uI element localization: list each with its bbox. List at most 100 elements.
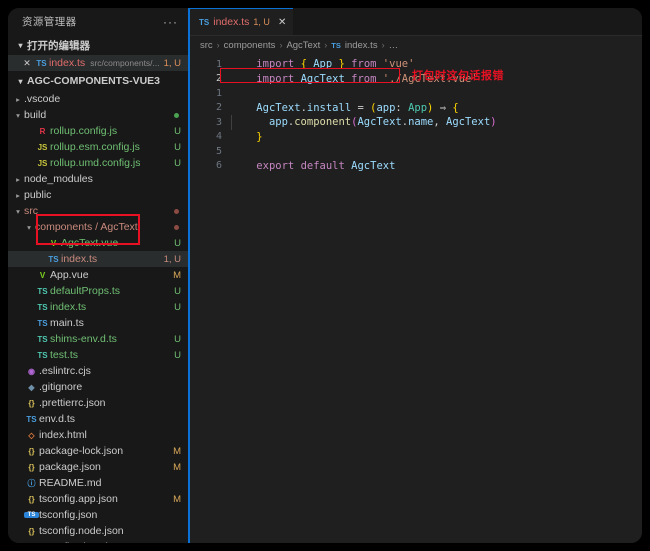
project-section-header[interactable]: ▾ AGC-COMPONENTS-VUE3 [8, 71, 190, 91]
breadcrumb-separator: › [381, 40, 385, 50]
tree-file[interactable]: ▸JSrollup.esm.config.jsU [8, 139, 190, 155]
file-type-icon: {} [24, 543, 39, 544]
tree-item-label: build [24, 109, 47, 121]
tree-file[interactable]: ▸ⓘREADME.md [8, 475, 190, 491]
chevron-right-icon: ▸ [16, 94, 20, 104]
tree-file[interactable]: ▸TStsconfig.json [8, 507, 190, 523]
file-type-icon: TS [37, 334, 48, 344]
open-editor-item[interactable]: ▸✕TSindex.tssrc/components/...1, U [8, 55, 190, 71]
tree-file[interactable]: ▸TSenv.d.ts [8, 411, 190, 427]
tree-file[interactable]: ▸VAgcText.vueU [8, 235, 190, 251]
tree-file[interactable]: ▸◆.gitignore [8, 379, 190, 395]
tree-file[interactable]: ▸{}tsconfig.node.json [8, 523, 190, 539]
tree-item-label: defaultProps.ts [50, 285, 121, 297]
tree-folder[interactable]: ▾ components / AgcText [8, 219, 190, 235]
chevron-right-icon: ▸ [16, 174, 20, 184]
breadcrumb-segment[interactable]: index.ts [345, 40, 378, 51]
tree-item-label: .gitignore [39, 381, 83, 393]
editor-tab-bar: TS index.ts 1, U ✕ [190, 8, 642, 36]
tree-item-label: index.ts [50, 301, 87, 313]
breadcrumb-segment[interactable]: AgcText [286, 40, 320, 51]
code-line: 5 [190, 144, 642, 159]
chevron-down-icon: ▾ [18, 40, 23, 50]
tree-file[interactable]: ▸TStest.tsU [8, 347, 190, 363]
code-text: import { App } from 'vue' [256, 58, 415, 71]
file-type-icon: R [39, 126, 46, 136]
tree-item-label: .eslintrc.cjs [39, 365, 91, 377]
tab-index-ts[interactable]: TS index.ts 1, U ✕ [190, 8, 294, 35]
tree-file[interactable]: ▸TSindex.ts1, U [8, 251, 190, 267]
file-type-icon: V [39, 270, 46, 280]
tree-file[interactable]: ▸◉.eslintrc.cjs [8, 363, 190, 379]
open-editor-badge: 1, U [163, 57, 181, 69]
tree-item-label: tsconfig.vitest.json [39, 541, 125, 543]
code-editor[interactable]: 1 import { App } from 'vue' 2 import AgcT… [190, 54, 642, 543]
typescript-icon: TS [331, 40, 341, 50]
chevron-down-icon: ▾ [18, 76, 23, 86]
typescript-icon: TS [36, 58, 47, 68]
open-editors-label: 打开的编辑器 [27, 39, 90, 52]
tree-file[interactable]: ▸TSdefaultProps.tsU [8, 283, 190, 299]
line-number: 2 [215, 73, 222, 85]
file-type-icon: ◇ [28, 430, 35, 440]
tree-file[interactable]: ▸TSshims-env.d.tsU [8, 331, 190, 347]
tree-item-label: index.html [39, 429, 87, 441]
tree-file[interactable]: ▸{}tsconfig.app.jsonM [8, 491, 190, 507]
tab-status-badge: 1, U [253, 17, 270, 27]
tree-file[interactable]: ▸Rrollup.config.jsU [8, 123, 190, 139]
tree-file[interactable]: ▸JSrollup.umd.config.jsU [8, 155, 190, 171]
tree-item-label: env.d.ts [39, 413, 75, 425]
tree-folder[interactable]: ▾ src [8, 203, 190, 219]
line-number: 5 [215, 145, 222, 157]
tree-file[interactable]: ▸TSindex.tsU [8, 299, 190, 315]
tree-file[interactable]: ▸◇index.html [8, 427, 190, 443]
code-line: 3 app.component(AgcText.name, AgcText) [190, 115, 642, 130]
close-icon[interactable]: ✕ [278, 17, 286, 28]
tree-file[interactable]: ▸TSmain.ts [8, 315, 190, 331]
tree-item-label: .vscode [24, 93, 61, 105]
tree-file[interactable]: ▸{}package-lock.jsonM [8, 443, 190, 459]
tree-item-label: main.ts [50, 317, 84, 329]
tree-file[interactable]: ▸{}.prettierrc.json [8, 395, 190, 411]
error-annotation-text: 打包时这句话报错 [412, 69, 504, 82]
breadcrumb-segment[interactable]: src [200, 40, 213, 51]
breadcrumb-segment[interactable]: components [224, 40, 276, 51]
folder-status-dot [174, 224, 179, 230]
tree-item-label: package-lock.json [39, 445, 124, 457]
code-line: 6 export default AgcText [190, 159, 642, 174]
tree-item-label: test.ts [50, 349, 79, 361]
file-type-icon: TS [37, 302, 48, 312]
tree-folder[interactable]: ▸ .vscode [8, 91, 190, 107]
tree-folder[interactable]: ▸ node_modules [8, 171, 190, 187]
tree-item-label: index.ts [61, 253, 98, 265]
tree-folder[interactable]: ▸ public [8, 187, 190, 203]
file-type-icon: TS [37, 286, 48, 296]
breadcrumb[interactable]: src › components › AgcText › TS index.ts ›… [190, 36, 642, 54]
breadcrumb-separator: › [279, 40, 283, 50]
tree-file[interactable]: ▸{}package.jsonM [8, 459, 190, 475]
project-label: AGC-COMPONENTS-VUE3 [27, 75, 161, 87]
open-editors-list: ▸✕TSindex.tssrc/components/...1, U [8, 55, 190, 71]
tree-file[interactable]: ▸VApp.vueM [8, 267, 190, 283]
file-type-icon: {} [28, 462, 35, 472]
typescript-icon: TS [199, 17, 210, 27]
tree-file[interactable]: ▸{}tsconfig.vitest.json [8, 539, 190, 543]
open-editors-section-header[interactable]: ▾ 打开的编辑器 [8, 35, 190, 55]
folder-status-dot [174, 112, 179, 118]
file-type-icon: ◉ [28, 366, 35, 376]
file-type-icon: TS [24, 512, 39, 518]
line-number: 3 [215, 116, 222, 128]
explorer-sidebar: 资源管理器 ··· ▾ 打开的编辑器 ▸✕TSindex.tssrc/compo… [8, 8, 190, 543]
code-line: 2 AgcText.install = (app: App) ⇒ { [190, 101, 642, 116]
file-type-icon: TS [26, 414, 37, 424]
tree-item-label: package.json [39, 461, 101, 473]
close-icon[interactable]: ✕ [20, 58, 34, 69]
breadcrumb-separator: › [216, 40, 220, 50]
tree-folder[interactable]: ▾ build [8, 107, 190, 123]
file-type-icon: {} [28, 398, 35, 408]
breadcrumb-segment[interactable]: … [389, 40, 399, 51]
more-actions-icon[interactable]: ··· [163, 16, 178, 28]
folder-status-dot [174, 208, 179, 214]
code-text: app.component(AgcText.name, AgcText) [268, 116, 497, 129]
file-type-icon: {} [28, 446, 35, 456]
